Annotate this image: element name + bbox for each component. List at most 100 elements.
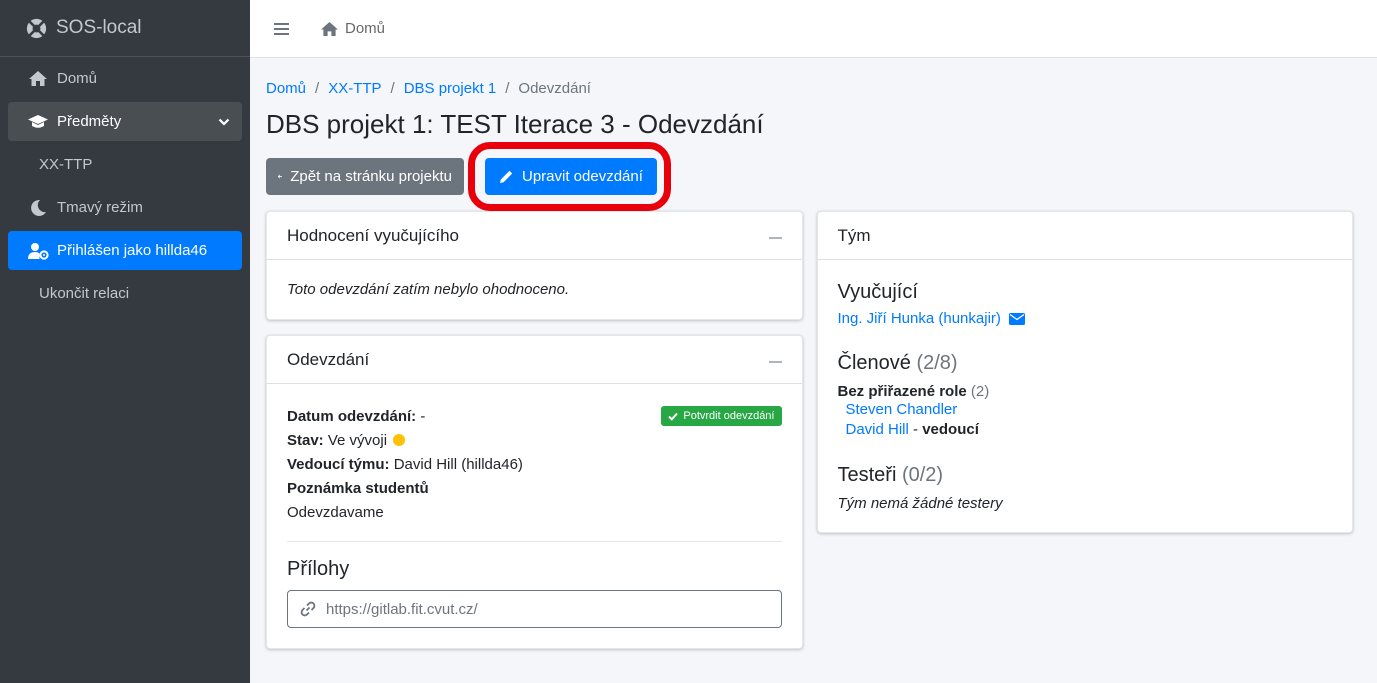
testers-count: (0/2): [901, 464, 944, 486]
sidebar-item-label: Předměty: [57, 113, 122, 130]
rating-card: Hodnocení vyučujícího Toto odevzdání zat…: [266, 211, 803, 320]
state-label: Stav:: [287, 432, 324, 449]
sidebar-item-logged-in[interactable]: Přihlášen jako hillda46: [8, 231, 242, 270]
topbar-home-link[interactable]: Domů: [320, 20, 385, 37]
attachment-url: https://gitlab.fit.cvut.cz/: [326, 600, 478, 618]
left-column: Hodnocení vyučujícího Toto odevzdání zat…: [266, 211, 803, 664]
member-item: David Hill - vedoucí: [846, 420, 1333, 440]
submission-state-row: Stav: Ve vývoji: [287, 429, 782, 453]
members-list: Steven Chandler David Hill - vedoucí: [838, 400, 1333, 440]
top-navbar: Domů: [250, 0, 1377, 58]
submission-card-title: Odevzdání: [287, 349, 370, 369]
sidebar-item-label: Tmavý režim: [57, 199, 143, 216]
sidebar-item-label: XX-TTP: [39, 156, 93, 173]
breadcrumb-current: Odevzdání: [518, 79, 591, 97]
back-button-label: Zpět na stránku projektu: [290, 167, 452, 185]
attachment-link[interactable]: https://gitlab.fit.cvut.cz/: [287, 590, 782, 628]
link-icon: [300, 601, 316, 617]
member-role: vedoucí: [922, 421, 979, 438]
collapse-icon[interactable]: [768, 360, 782, 363]
submission-card: Odevzdání Potvrdit odevzdání Datum odevz…: [266, 335, 803, 649]
rating-text: Toto odevzdání zatím nebylo ohodnoceno.: [287, 281, 570, 298]
breadcrumb-project[interactable]: DBS projekt 1: [404, 80, 497, 97]
sidebar-item-label: Domů: [57, 70, 98, 87]
user-cog-icon: [27, 242, 49, 260]
member-link[interactable]: David Hill: [846, 421, 909, 438]
submission-card-header: Odevzdání: [267, 336, 802, 384]
status-dot-icon: [393, 434, 406, 446]
envelope-icon[interactable]: [1008, 312, 1025, 325]
teacher-row: Ing. Jiří Hunka (hunkajir): [838, 310, 1333, 327]
state-value: Ve vývoji: [327, 432, 388, 449]
leader-label: Vedoucí týmu:: [287, 456, 390, 473]
right-column: Tým Vyučující Ing. Jiří Hunka (hunkajir)…: [816, 211, 1353, 664]
leader-value: David Hill (hillda46): [393, 456, 523, 473]
back-to-project-button[interactable]: Zpět na stránku projektu: [266, 157, 464, 195]
breadcrumb-separator: /: [390, 79, 395, 97]
submission-card-body: Potvrdit odevzdání Datum odevzdání: - St…: [267, 384, 802, 648]
brand-name: SOS-local: [56, 17, 142, 38]
confirm-badge-label: Potvrdit odevzdání: [683, 410, 775, 422]
main-content: Domů / XX-TTP / DBS projekt 1 / Odevzdán…: [266, 58, 1353, 664]
member-dash: -: [908, 421, 923, 438]
divider: [287, 541, 782, 542]
note-label: Poznámka studentů: [287, 480, 429, 497]
members-count: (2/8): [916, 352, 958, 374]
confirm-submission-badge[interactable]: Potvrdit odevzdání: [661, 406, 782, 426]
sidebar-item-label: Ukončit relaci: [39, 285, 130, 302]
edit-button-label: Upravit odevzdání: [522, 167, 643, 185]
content-columns: Hodnocení vyučujícího Toto odevzdání zat…: [266, 211, 1353, 664]
arrow-left-icon: [278, 174, 283, 178]
sidebar-nav: Domů Předměty XX-TTP Tmavý režim Přihláš…: [0, 59, 250, 313]
rating-card-title: Hodnocení vyučujícího: [287, 225, 459, 245]
home-icon: [321, 21, 338, 36]
rating-card-body: Toto odevzdání zatím nebylo ohodnoceno.: [267, 260, 802, 319]
breadcrumb-subject[interactable]: XX-TTP: [328, 80, 381, 97]
breadcrumb-home[interactable]: Domů: [266, 80, 306, 97]
member-link[interactable]: Steven Chandler: [846, 401, 958, 418]
graduation-cap-icon: [27, 113, 49, 131]
team-card-title: Tým: [837, 225, 871, 245]
page-title: DBS projekt 1: TEST Iterace 3 - Odevzdán…: [266, 109, 764, 139]
sidebar-item-logout[interactable]: Ukončit relaci: [8, 274, 242, 313]
chevron-down-icon: [218, 118, 230, 126]
team-card-header: Tým: [817, 212, 1352, 260]
team-card-body: Vyučující Ing. Jiří Hunka (hunkajir) Čle…: [818, 260, 1353, 532]
collapse-icon[interactable]: [768, 236, 782, 239]
lifebuoy-icon: [26, 18, 47, 38]
topbar-home-label: Domů: [345, 20, 386, 37]
breadcrumb-separator: /: [505, 79, 510, 97]
edit-submission-button[interactable]: Upravit odevzdání: [485, 157, 657, 195]
role-count: (2): [970, 383, 990, 400]
role-heading: Bez přiřazené role (2): [838, 383, 1333, 400]
sidebar: SOS-local Domů Předměty XX-TTP Tmavý rež…: [0, 0, 250, 683]
student-note-value: Odevzdavame: [287, 504, 384, 521]
moon-icon: [27, 199, 49, 217]
teachers-title: Vyučující: [837, 281, 918, 303]
date-value: -: [420, 408, 426, 425]
check-icon: [668, 412, 679, 421]
role-label: Bez přiřazené role: [837, 383, 967, 400]
members-heading: Členové (2/8): [838, 352, 1333, 375]
members-title: Členové: [837, 352, 911, 374]
sidebar-item-xx-ttp[interactable]: XX-TTP: [8, 145, 242, 184]
date-label: Datum odevzdání:: [287, 408, 417, 425]
rating-card-header: Hodnocení vyučujícího: [267, 212, 802, 260]
team-leader-row: Vedoucí týmu: David Hill (hillda46): [287, 453, 782, 477]
sidebar-item-dark-mode[interactable]: Tmavý režim: [8, 188, 242, 227]
team-card: Tým Vyučující Ing. Jiří Hunka (hunkajir)…: [816, 211, 1353, 533]
sidebar-item-home[interactable]: Domů: [8, 59, 242, 98]
pencil-icon: [500, 170, 513, 183]
home-icon: [27, 70, 49, 88]
brand[interactable]: SOS-local: [0, 0, 250, 57]
breadcrumb-separator: /: [315, 79, 320, 97]
teacher-link[interactable]: Ing. Jiří Hunka (hunkajir): [838, 310, 1001, 327]
testers-title: Testeři: [837, 464, 897, 486]
sidebar-item-subjects[interactable]: Předměty: [8, 102, 242, 141]
hamburger-menu-icon[interactable]: [274, 22, 289, 36]
breadcrumb: Domů / XX-TTP / DBS projekt 1 / Odevzdán…: [266, 78, 1353, 98]
no-testers-text: Tým nemá žádné testery: [837, 495, 1003, 512]
attachments-title: Přílohy: [287, 558, 350, 580]
testers-heading: Testeři (0/2): [838, 464, 1333, 487]
sidebar-item-label: Přihlášen jako hillda46: [57, 242, 208, 259]
